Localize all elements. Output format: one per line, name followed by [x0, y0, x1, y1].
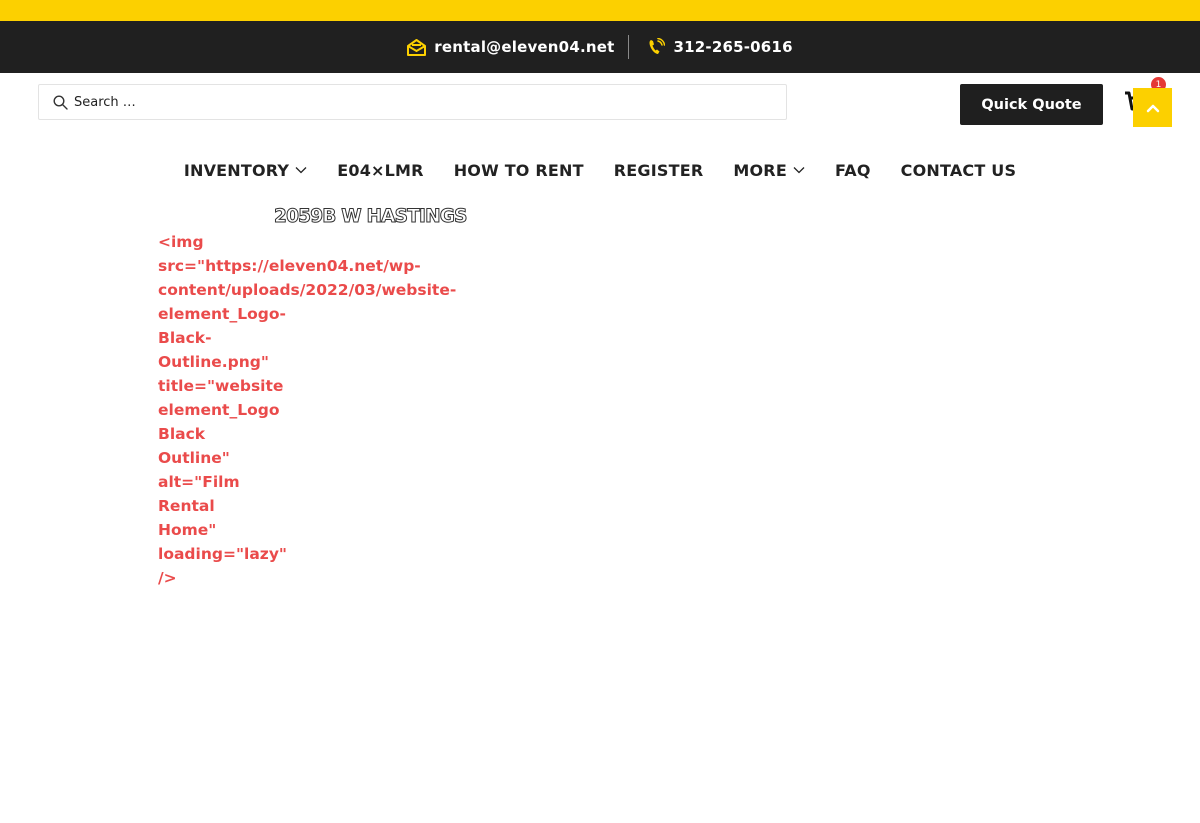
email-link[interactable]: rental@eleven04.net — [434, 38, 614, 56]
nav-item-contact-us[interactable]: CONTACT US — [901, 161, 1017, 180]
code-line: loading="lazy" — [158, 545, 287, 563]
search-box[interactable] — [38, 84, 787, 120]
code-line: Black — [158, 425, 206, 443]
chevron-down-icon — [793, 167, 805, 174]
contact-divider — [628, 35, 630, 59]
quick-quote-button[interactable]: Quick Quote — [960, 84, 1103, 125]
nav-item-faq[interactable]: FAQ — [835, 161, 871, 180]
nav-item-inventory[interactable]: INVENTORY — [184, 161, 307, 180]
envelope-open-icon — [407, 38, 427, 56]
code-line: /> — [158, 569, 177, 587]
code-line: Black- — [158, 329, 212, 347]
broken-logo-markup: <img src="https://eleven04.net/wp- conte… — [158, 230, 458, 590]
chevron-down-icon — [295, 167, 307, 174]
scroll-to-top-button[interactable] — [1133, 88, 1172, 127]
nav-item-how-to-rent[interactable]: HOW TO RENT — [454, 161, 584, 180]
phone-link[interactable]: 312-265-0616 — [673, 38, 792, 56]
nav-item-label: E04×LMR — [337, 160, 424, 180]
top-accent-strip — [0, 0, 1200, 21]
contact-bar: rental@eleven04.net 312-265-0616 — [0, 21, 1200, 73]
search-input[interactable] — [74, 94, 674, 110]
nav-item-label: MORE — [733, 160, 787, 180]
nav-item-label: HOW TO RENT — [453, 160, 584, 180]
nav-item-label: CONTACT US — [900, 160, 1017, 180]
code-line: element_Logo- — [158, 305, 286, 323]
code-line: <img — [158, 233, 204, 251]
location-address: 2059B W HASTINGS — [274, 206, 469, 228]
phone-contact[interactable]: 312-265-0616 — [647, 38, 793, 56]
code-line: Rental — [158, 497, 215, 515]
chevron-up-icon — [1146, 104, 1159, 112]
nav-item-more[interactable]: MORE — [733, 161, 805, 180]
code-line: content/uploads/2022/03/website- — [158, 281, 457, 299]
main-navigation: INVENTORY E04×LMR HOW TO RENT REGISTER M… — [0, 158, 1200, 182]
code-line: title="website — [158, 377, 284, 395]
nav-item-label: REGISTER — [613, 160, 704, 180]
nav-item-register[interactable]: REGISTER — [614, 161, 704, 180]
code-line: Home" — [158, 521, 217, 539]
code-line: Outline.png" — [158, 353, 269, 371]
email-contact[interactable]: rental@eleven04.net — [407, 38, 614, 56]
code-line: Outline" — [158, 449, 230, 467]
phone-ringing-icon — [649, 38, 666, 54]
code-line: alt="Film — [158, 473, 240, 491]
nav-item-e04xlmr[interactable]: E04×LMR — [337, 161, 423, 180]
code-line: src="https://eleven04.net/wp- — [158, 257, 421, 275]
search-icon — [53, 94, 68, 110]
code-line: element_Logo — [158, 401, 280, 419]
nav-item-label: INVENTORY — [183, 160, 290, 180]
nav-item-label: FAQ — [834, 160, 871, 180]
